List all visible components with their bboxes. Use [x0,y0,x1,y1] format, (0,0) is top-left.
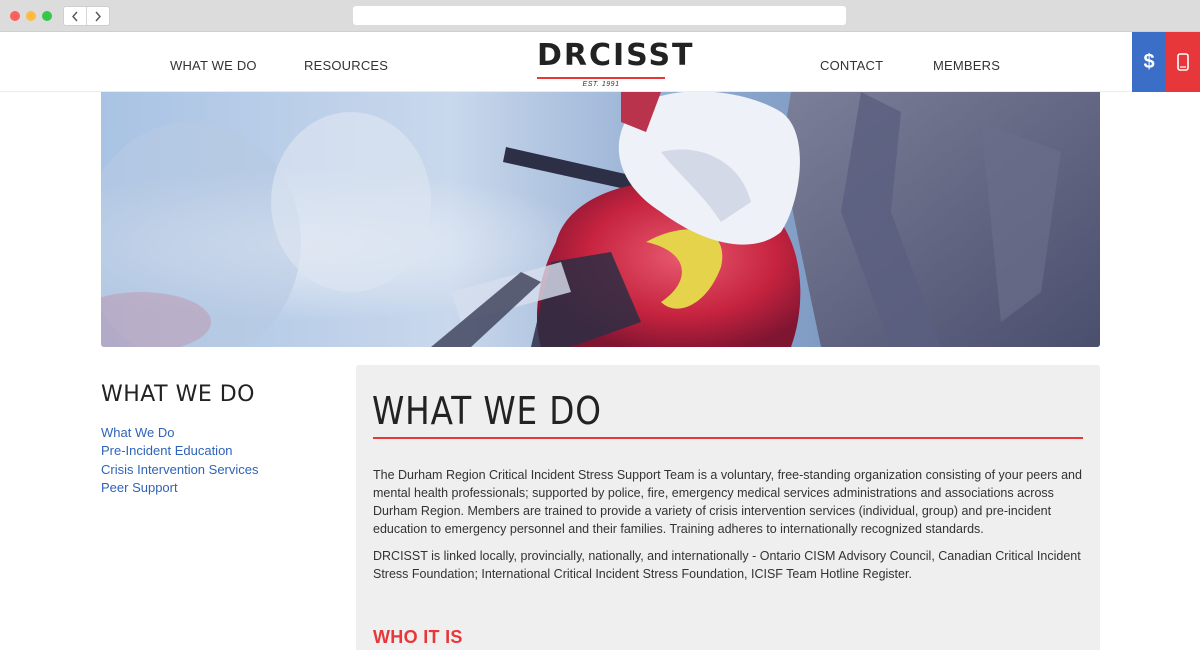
chevron-left-icon [72,11,78,21]
nav-resources[interactable]: RESOURCES [304,58,388,73]
sidebar-item: Crisis Intervention Services [101,461,259,479]
sidebar-title: WHAT WE DO [101,382,255,407]
close-window-button[interactable] [10,11,20,21]
title-divider [373,437,1083,439]
nav-what-we-do[interactable]: WHAT WE DO [170,58,257,73]
logo-underline [537,77,665,79]
nav-members[interactable]: MEMBERS [933,58,1000,73]
who-it-is-heading: WHO IT IS [373,627,463,647]
logo-tagline: EST. 1991 [537,73,665,88]
sidebar-link-peer-support[interactable]: Peer Support [101,480,178,495]
back-button[interactable] [64,7,86,25]
chevron-right-icon [95,11,102,21]
address-bar[interactable] [353,6,846,25]
nav-contact[interactable]: CONTACT [820,58,883,73]
site-logo[interactable]: DRCISST EST. 1991 [537,38,695,88]
page-title: WHAT WE DO [372,389,602,433]
history-nav [63,6,110,26]
dollar-icon: $ [1143,50,1155,73]
logo-wordmark: DRCISST [537,38,695,73]
hero-image [101,92,1100,347]
mobile-phone-icon [1177,53,1189,71]
sidebar-item: Pre-Incident Education [101,442,259,460]
site-header: WHAT WE DO RESOURCES DRCISST EST. 1991 C… [0,32,1200,92]
sidebar-link-what-we-do[interactable]: What We Do [101,425,174,440]
donate-button[interactable]: $ [1132,32,1166,92]
minimize-window-button[interactable] [26,11,36,21]
maximize-window-button[interactable] [42,11,52,21]
main-content: WHAT WE DO The Durham Region Critical In… [356,365,1100,650]
affiliations-paragraph: DRCISST is linked locally, provincially,… [373,549,1081,581]
sidebar-nav: What We Do Pre-Incident Education Crisis… [101,424,259,497]
logo-est: EST. 1991 [576,81,626,88]
sidebar-link-pre-incident-education[interactable]: Pre-Incident Education [101,443,233,458]
forward-button[interactable] [86,7,109,25]
sidebar-link-crisis-intervention[interactable]: Crisis Intervention Services [101,462,259,477]
intro-paragraph: The Durham Region Critical Incident Stre… [373,468,1082,536]
firefighter-helmet-illustration [101,92,1100,347]
browser-chrome [0,0,1200,32]
sidebar-item: Peer Support [101,479,259,497]
call-button[interactable] [1166,32,1200,92]
sidebar-item: What We Do [101,424,259,442]
